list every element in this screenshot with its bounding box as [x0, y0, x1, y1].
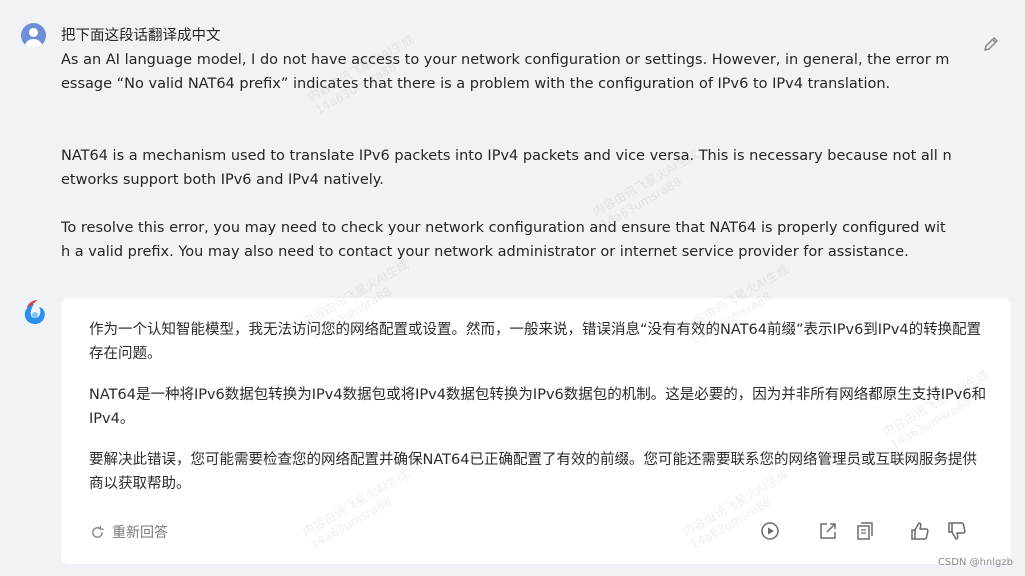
user-message-title: 把下面这段话翻译成中文	[61, 28, 221, 44]
user-paragraph: NAT64 is a mechanism used to translate I…	[61, 148, 952, 188]
user-paragraph: To resolve this error, you may need to c…	[61, 220, 946, 260]
user-avatar-icon	[21, 23, 46, 48]
answer-actions: 重新回答	[89, 520, 989, 544]
user-message: 把下面这段话翻译成中文 As an AI language model, I d…	[61, 24, 954, 312]
answer-paragraph: NAT64是一种将IPv6数据包转换为IPv4数据包或将IPv4数据包转换为IP…	[89, 387, 987, 427]
play-icon[interactable]	[759, 520, 781, 542]
copy-icon[interactable]	[854, 520, 876, 542]
answer-paragraph: 作为一个认知智能模型，我无法访问您的网络配置或设置。然而，一般来说，错误消息“没…	[89, 322, 982, 362]
edit-pencil-icon[interactable]	[981, 34, 1001, 54]
user-paragraph: As an AI language model, I do not have a…	[61, 52, 950, 92]
regenerate-label: 重新回答	[112, 525, 168, 541]
refresh-icon	[92, 525, 104, 538]
answer-paragraph: 要解决此错误，您可能需要检查您的网络配置并确保NAT64已正确配置了有效的前缀。…	[89, 452, 977, 492]
share-icon[interactable]	[817, 520, 839, 542]
csdn-credit: CSDN @hnlgzb	[937, 557, 1013, 568]
regenerate-button[interactable]: 重新回答	[89, 520, 168, 544]
answer-text: 作为一个认知智能模型，我无法访问您的网络配置或设置。然而，一般来说，错误消息“没…	[89, 318, 989, 513]
thumbs-down-icon[interactable]	[946, 520, 968, 542]
answer-card: 作为一个认知智能模型，我无法访问您的网络配置或设置。然而，一般来说，错误消息“没…	[61, 298, 1011, 564]
spark-logo-icon	[24, 300, 45, 325]
thumbs-up-icon[interactable]	[909, 520, 931, 542]
